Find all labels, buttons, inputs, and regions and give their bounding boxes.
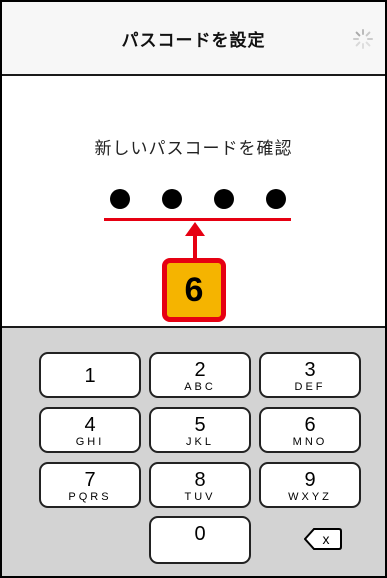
key-6[interactable]: 6 MNO: [259, 407, 361, 453]
key-letters: TUV: [184, 491, 216, 503]
screen-frame: パスコードを設定 新しいパスコードを確認 6 1 2 ABC 3 DEF 4 G…: [0, 0, 387, 578]
key-letters: GHI: [75, 436, 105, 448]
key-digit: 0: [194, 523, 206, 545]
activity-spinner-icon: [353, 29, 373, 49]
key-digit: 2: [194, 359, 206, 381]
key-digit: 3: [304, 359, 316, 381]
key-0[interactable]: 0: [149, 516, 251, 564]
key-digit: 6: [304, 414, 316, 436]
navigation-bar: パスコードを設定: [2, 2, 385, 76]
backspace-icon[interactable]: x: [304, 528, 342, 550]
key-letters: MNO: [292, 436, 328, 448]
key-4[interactable]: 4 GHI: [39, 407, 141, 453]
key-2[interactable]: 2 ABC: [149, 352, 251, 398]
key-letters: WXYZ: [288, 491, 332, 503]
delete-key-label: x: [323, 531, 330, 547]
key-5[interactable]: 5 JKL: [149, 407, 251, 453]
key-8[interactable]: 8 TUV: [149, 462, 251, 508]
passcode-area: 新しいパスコードを確認 6: [2, 76, 385, 326]
key-letters: DEF: [294, 381, 326, 393]
key-3[interactable]: 3 DEF: [259, 352, 361, 398]
key-digit: 4: [84, 414, 96, 436]
step-number-badge: 6: [162, 258, 226, 322]
passcode-dot-1: [110, 189, 130, 209]
passcode-dot-2: [162, 189, 182, 209]
highlight-underline: [104, 218, 291, 221]
page-title: パスコードを設定: [121, 31, 266, 51]
numeric-keypad: 1 2 ABC 3 DEF 4 GHI 5 JKL 6 MNO 7 PQRS 8…: [2, 326, 385, 576]
key-7[interactable]: 7 PQRS: [39, 462, 141, 508]
key-digit: 9: [304, 469, 316, 491]
key-digit: 7: [84, 469, 96, 491]
key-digit: 1: [84, 365, 96, 387]
key-letters: PQRS: [68, 491, 112, 503]
passcode-prompt: 新しいパスコードを確認: [94, 139, 293, 159]
key-digit: 5: [194, 414, 206, 436]
key-1[interactable]: 1: [39, 352, 141, 398]
key-letters: ABC: [184, 381, 216, 393]
passcode-dot-3: [214, 189, 234, 209]
arrow-shaft: [193, 232, 197, 258]
key-digit: 8: [194, 469, 206, 491]
passcode-dot-4: [266, 189, 286, 209]
key-9[interactable]: 9 WXYZ: [259, 462, 361, 508]
key-letters: JKL: [186, 436, 214, 448]
